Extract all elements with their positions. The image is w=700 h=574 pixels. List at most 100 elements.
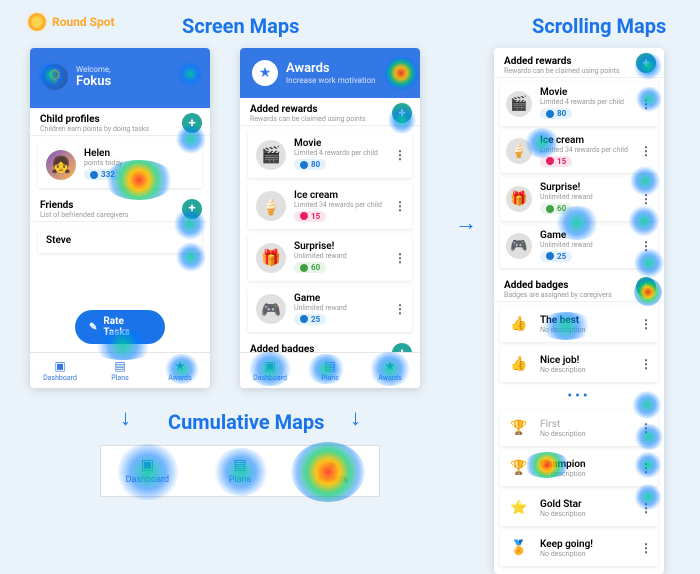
more-icon[interactable]: ⋮ xyxy=(394,199,406,213)
section-title: Added rewards xyxy=(250,104,410,115)
badge-icon: 👍 xyxy=(506,311,532,337)
plans-icon: ▤ xyxy=(233,457,246,473)
points-chip: 332 xyxy=(84,169,121,180)
badge-card[interactable]: ⭐ Gold Star No description ⋮ xyxy=(500,490,658,526)
more-icon[interactable]: ⋮ xyxy=(640,421,652,435)
reward-name: Surprise! xyxy=(540,182,593,193)
logo-icon xyxy=(28,13,46,31)
title-screen-maps: Screen Maps xyxy=(182,14,299,38)
reward-card[interactable]: 🎮 Game Unlimited reward 25 ⋮ xyxy=(248,287,412,333)
arrow-right-icon: → xyxy=(455,210,477,236)
badge-sub: No description xyxy=(540,430,586,438)
more-icon[interactable]: ⋮ xyxy=(394,251,406,265)
add-badge-button[interactable]: + xyxy=(636,277,656,297)
reward-name: Movie xyxy=(540,87,624,98)
awards-sub: Increase work motivation xyxy=(286,76,376,85)
more-icon[interactable]: ⋮ xyxy=(640,144,652,158)
add-child-button[interactable]: + xyxy=(182,113,202,133)
reward-icon: 🎁 xyxy=(506,186,532,212)
section-title: Added badges xyxy=(504,280,654,291)
added-rewards-head: Added rewards Rewards can be claimed usi… xyxy=(240,98,420,126)
badge-card[interactable]: 🏆 Champion No description ⋮ xyxy=(500,450,658,486)
nav-dashboard[interactable]: ▣Dashboard xyxy=(240,353,300,388)
scrolling-map: Added rewards Rewards can be claimed usi… xyxy=(494,48,664,574)
added-badges-head: Added badges Badges are assigned by care… xyxy=(494,272,664,302)
awards-icon: ★ xyxy=(326,457,339,473)
reward-card[interactable]: 🎮 Game Unlimited reward 25 ⋮ xyxy=(500,225,658,269)
more-icon[interactable]: ⋮ xyxy=(640,239,652,253)
cumulative-map-bottomnav: ▣Dashboard ▤Plans ★Awards xyxy=(100,445,380,497)
badge-name: Nice job! xyxy=(540,355,586,366)
more-icon[interactable]: ⋮ xyxy=(640,317,652,331)
dashboard-icon: ▣ xyxy=(141,457,154,473)
arrow-down-icon: ↓ xyxy=(120,405,131,431)
reward-icon: 🎬 xyxy=(506,91,532,117)
more-icon[interactable]: ⋮ xyxy=(394,148,406,162)
reward-card[interactable]: 🎁 Surprise! Unlimited reward 60 ⋮ xyxy=(248,235,412,281)
cost-chip: 60 xyxy=(294,262,326,273)
child-sub: points today xyxy=(84,159,122,167)
add-friend-button[interactable]: + xyxy=(182,199,202,219)
nav-awards[interactable]: ★Awards xyxy=(150,353,210,388)
title-scrolling-maps: Scrolling Maps xyxy=(532,14,666,38)
nav-awards[interactable]: ★Awards xyxy=(286,446,379,496)
nav-plans[interactable]: ▤Plans xyxy=(194,446,287,496)
more-icon[interactable]: ⋮ xyxy=(640,357,652,371)
reward-card[interactable]: 🎁 Surprise! Unlimited reward 60 ⋮ xyxy=(500,177,658,221)
nav-plans[interactable]: ▤Plans xyxy=(90,353,150,388)
friend-row[interactable]: Steve xyxy=(38,228,202,253)
reward-name: Surprise! xyxy=(294,241,347,252)
nav-dashboard[interactable]: ▣Dashboard xyxy=(30,353,90,388)
rate-tasks-button[interactable]: ✎ Rate Tasks xyxy=(75,310,165,344)
badge-icon: 🏆 xyxy=(506,415,532,441)
more-icon[interactable]: ⋮ xyxy=(394,302,406,316)
badge-sub: No description xyxy=(540,326,586,334)
screen-map-dashboard: 🌻 Welcome, Fokus Child profiles Children… xyxy=(30,48,210,388)
more-icon[interactable]: ⋮ xyxy=(640,192,652,206)
badge-card[interactable]: 👍 Nice job! No description ⋮ xyxy=(500,346,658,382)
add-reward-button[interactable]: + xyxy=(392,103,412,123)
title-cumulative-maps: Cumulative Maps xyxy=(168,410,324,434)
reward-card[interactable]: 🍦 Ice cream Limited 34 rewards per child… xyxy=(500,130,658,174)
badge-sub: No description xyxy=(540,470,586,478)
badge-card[interactable]: 🏅 Keep going! No description ⋮ xyxy=(500,530,658,566)
reward-card[interactable]: 🎬 Movie Limited 4 rewards per child 80 ⋮ xyxy=(500,82,658,126)
more-icon[interactable]: ⋮ xyxy=(640,461,652,475)
friend-name: Steve xyxy=(46,235,71,246)
nav-awards[interactable]: ★Awards xyxy=(360,353,420,388)
reward-icon: 🎁 xyxy=(256,243,286,273)
arrow-down-icon: ↓ xyxy=(350,405,361,431)
badge-icon: ⭐ xyxy=(506,495,532,521)
avatar: 👧 xyxy=(46,150,76,180)
reward-sub: Unlimited reward xyxy=(294,304,347,312)
reward-name: Game xyxy=(540,230,593,241)
header: ★ Awards Increase work motivation xyxy=(240,48,420,98)
section-sub: Badges are assigned by caregivers xyxy=(504,291,654,299)
badge-card[interactable]: 🏆 First No description ⋮ xyxy=(500,410,658,446)
nav-dashboard[interactable]: ▣Dashboard xyxy=(101,446,194,496)
badge-card[interactable]: 👍 The best No description ⋮ xyxy=(500,306,658,342)
add-reward-button[interactable]: + xyxy=(636,53,656,73)
cost-chip: 15 xyxy=(294,211,326,222)
reward-card[interactable]: 🎬 Movie Limited 4 rewards per child 80 ⋮ xyxy=(248,132,412,178)
dashboard-icon: ▣ xyxy=(54,359,65,373)
more-icon[interactable]: ⋮ xyxy=(640,541,652,555)
reward-sub: Unlimited reward xyxy=(294,252,347,260)
reward-sub: Unlimited reward xyxy=(540,193,593,201)
cost-chip: 25 xyxy=(294,314,326,325)
more-icon[interactable]: ⋮ xyxy=(640,501,652,515)
badge-icon: 🏆 xyxy=(506,455,532,481)
cost-chip: 80 xyxy=(540,108,572,119)
reward-icon: 🎬 xyxy=(256,140,286,170)
reward-sub: Limited 4 rewards per child xyxy=(540,98,624,106)
reward-sub: Limited 4 rewards per child xyxy=(294,149,378,157)
section-sub: Rewards can be claimed using points xyxy=(250,115,410,123)
section-title: Child profiles xyxy=(40,114,200,125)
sunflower-icon: 🌻 xyxy=(42,64,68,90)
reward-card[interactable]: 🍦 Ice cream Limited 34 rewards per child… xyxy=(248,184,412,230)
nav-plans[interactable]: ▤Plans xyxy=(300,353,360,388)
section-title: Friends xyxy=(40,200,200,211)
screen-map-awards: ★ Awards Increase work motivation Added … xyxy=(240,48,420,388)
more-icon[interactable]: ⋮ xyxy=(640,97,652,111)
child-card[interactable]: 👧 Helen points today 332 xyxy=(38,142,202,188)
